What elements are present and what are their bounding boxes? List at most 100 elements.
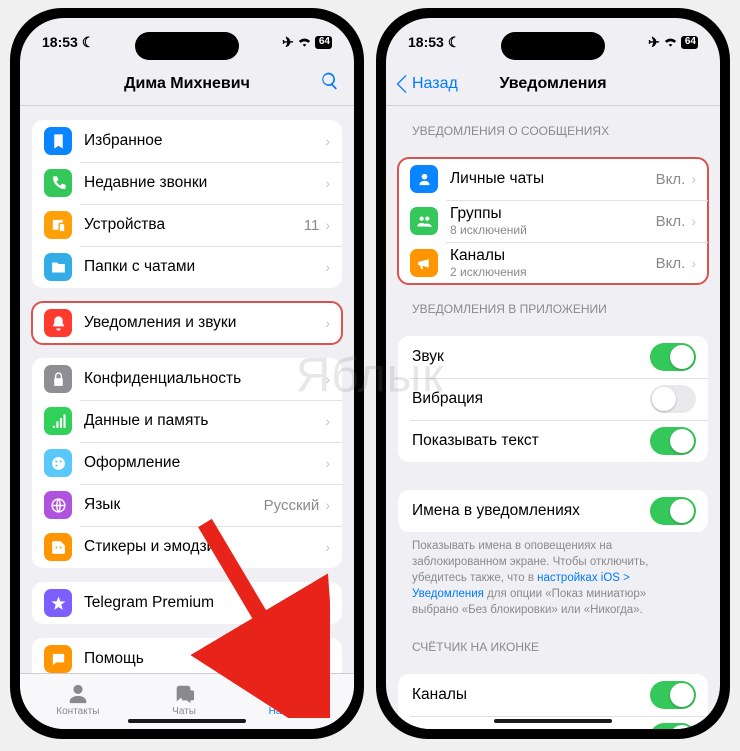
row-label: Имена в уведомлениях: [412, 502, 638, 520]
message-notifications-group: Личные чатыВкл.›Группы8 исключенийВкл.›К…: [398, 158, 708, 284]
settings-group: Избранное›Недавние звонки›Устройства11›П…: [32, 120, 342, 288]
folder-icon: [44, 253, 72, 281]
row-label: Данные и память: [84, 412, 313, 430]
chevron-right-icon: ›: [325, 539, 330, 555]
group-icon: [410, 207, 438, 235]
tab-chats-label: Чаты: [172, 706, 196, 717]
tab-contacts[interactable]: Контакты: [56, 683, 99, 717]
notif-row-megaphone[interactable]: Каналы2 исключенияВкл.›: [398, 242, 708, 284]
chevron-right-icon: ›: [325, 371, 330, 387]
toggle-row: Имена в уведомлениях: [398, 490, 708, 532]
settings-group: Уведомления и звуки ›: [32, 302, 342, 344]
toggle-row: Каналы: [398, 674, 708, 716]
devices-icon: [44, 211, 72, 239]
toggle-switch[interactable]: [650, 385, 696, 413]
row-label: Вибрация: [412, 390, 638, 408]
battery-icon: 64: [315, 36, 332, 49]
row-label: Группы: [450, 205, 644, 223]
chevron-right-icon: ›: [691, 255, 696, 271]
phone-left: 18:53 ☾ ✈︎ 64 Дима Михневич Избранное›Не…: [10, 8, 364, 739]
tab-settings[interactable]: Настройки !: [269, 683, 318, 717]
settings-row-phone[interactable]: Недавние звонки ›: [32, 162, 342, 204]
section-header: СЧЁТЧИК НА ИКОНКЕ: [398, 622, 708, 660]
star-icon: [44, 589, 72, 617]
settings-group: Конфиденциальность›Данные и память›Оформ…: [32, 358, 342, 568]
toggle-switch[interactable]: [650, 427, 696, 455]
dnd-icon: ☾: [82, 34, 95, 51]
row-label: Язык: [84, 496, 252, 514]
settings-row-data[interactable]: Данные и память›: [32, 400, 342, 442]
row-label: Устройства: [84, 216, 292, 234]
settings-row-folder[interactable]: Папки с чатами ›: [32, 246, 342, 288]
toggle-switch[interactable]: [650, 681, 696, 709]
settings-row-bell[interactable]: Уведомления и звуки ›: [32, 302, 342, 344]
row-label: Уведомления и звуки: [84, 314, 313, 332]
phone-right: 18:53 ☾ ✈︎ 64 Назад Уведомления: [376, 8, 730, 739]
toggle-switch[interactable]: [650, 723, 696, 729]
in-app-group: ЗвукВибрацияПоказывать текст: [398, 336, 708, 462]
row-label: Каналы: [450, 247, 644, 265]
status-time: 18:53: [408, 34, 444, 50]
back-button[interactable]: Назад: [396, 75, 458, 93]
back-label: Назад: [412, 75, 458, 93]
sticker-icon: [44, 533, 72, 561]
megaphone-icon: [410, 249, 438, 277]
row-trail: Русский: [264, 497, 320, 514]
globe-icon: [44, 491, 72, 519]
home-indicator: [128, 719, 246, 723]
airplane-icon: ✈︎: [648, 34, 660, 51]
settings-row-bookmark[interactable]: Избранное ›: [32, 120, 342, 162]
row-sublabel: 2 исключения: [450, 265, 644, 279]
settings-row-sticker[interactable]: Стикеры и эмодзи ›: [32, 526, 342, 568]
chevron-right-icon: ›: [325, 259, 330, 275]
row-label: Оформление: [84, 454, 313, 472]
page-title: Уведомления: [499, 75, 606, 93]
settings-row-lock[interactable]: Конфиденциальность ›: [32, 358, 342, 400]
row-label: Telegram Premium: [84, 594, 313, 612]
settings-row-palette[interactable]: Оформление›: [32, 442, 342, 484]
search-button[interactable]: [320, 71, 340, 96]
row-label: Помощь: [84, 650, 313, 668]
section-header: УВЕДОМЛЕНИЯ В ПРИЛОЖЕНИИ: [398, 284, 708, 322]
chevron-right-icon: ›: [325, 497, 330, 513]
row-label: Конфиденциальность: [84, 370, 313, 388]
settings-row-globe[interactable]: Язык Русский ›: [32, 484, 342, 526]
row-trail: Вкл.: [656, 213, 686, 230]
toggle-row: Вибрация: [398, 378, 708, 420]
settings-row-star[interactable]: Telegram Premium ›: [32, 582, 342, 624]
notif-row-person[interactable]: Личные чатыВкл.›: [398, 158, 708, 200]
row-label: Избранное: [84, 132, 313, 150]
toggle-switch[interactable]: [650, 497, 696, 525]
settings-group: Помощь›?Вопросы о Telegram›Возможности T…: [32, 638, 342, 673]
settings-content: Избранное›Недавние звонки›Устройства11›П…: [20, 106, 354, 673]
chevron-right-icon: ›: [325, 315, 330, 331]
airplane-icon: ✈︎: [282, 34, 294, 51]
section-header: УВЕДОМЛЕНИЯ О СООБЩЕНИЯХ: [398, 106, 708, 144]
notif-row-group[interactable]: Группы8 исключенийВкл.›: [398, 200, 708, 242]
nav-bar: Назад Уведомления: [386, 62, 720, 106]
row-label: Число сообщений: [412, 728, 638, 729]
row-label: Недавние звонки: [84, 174, 313, 192]
chevron-right-icon: ›: [325, 133, 330, 149]
nav-bar: Дима Михневич: [20, 62, 354, 106]
settings-row-chat[interactable]: Помощь›: [32, 638, 342, 673]
settings-group: Telegram Premium ›: [32, 582, 342, 624]
tab-chats[interactable]: Чаты: [172, 683, 196, 717]
settings-row-devices[interactable]: Устройства11›: [32, 204, 342, 246]
row-label: Звук: [412, 348, 638, 366]
tab-settings-label: Настройки: [269, 706, 318, 717]
notch: [501, 32, 605, 60]
names-group: Имена в уведомлениях: [398, 490, 708, 532]
toggle-switch[interactable]: [650, 343, 696, 371]
toggle-row: Звук: [398, 336, 708, 378]
row-label: Стикеры и эмодзи: [84, 538, 313, 556]
row-label: Папки с чатами: [84, 258, 313, 276]
row-label: Каналы: [412, 686, 638, 704]
chevron-right-icon: ›: [325, 175, 330, 191]
section-footer: Показывать имена в оповещениях на заблок…: [398, 532, 708, 622]
row-label: Личные чаты: [450, 170, 644, 188]
chevron-right-icon: ›: [325, 595, 330, 611]
chevron-right-icon: ›: [691, 171, 696, 187]
page-title: Дима Михневич: [124, 75, 250, 93]
data-icon: [44, 407, 72, 435]
